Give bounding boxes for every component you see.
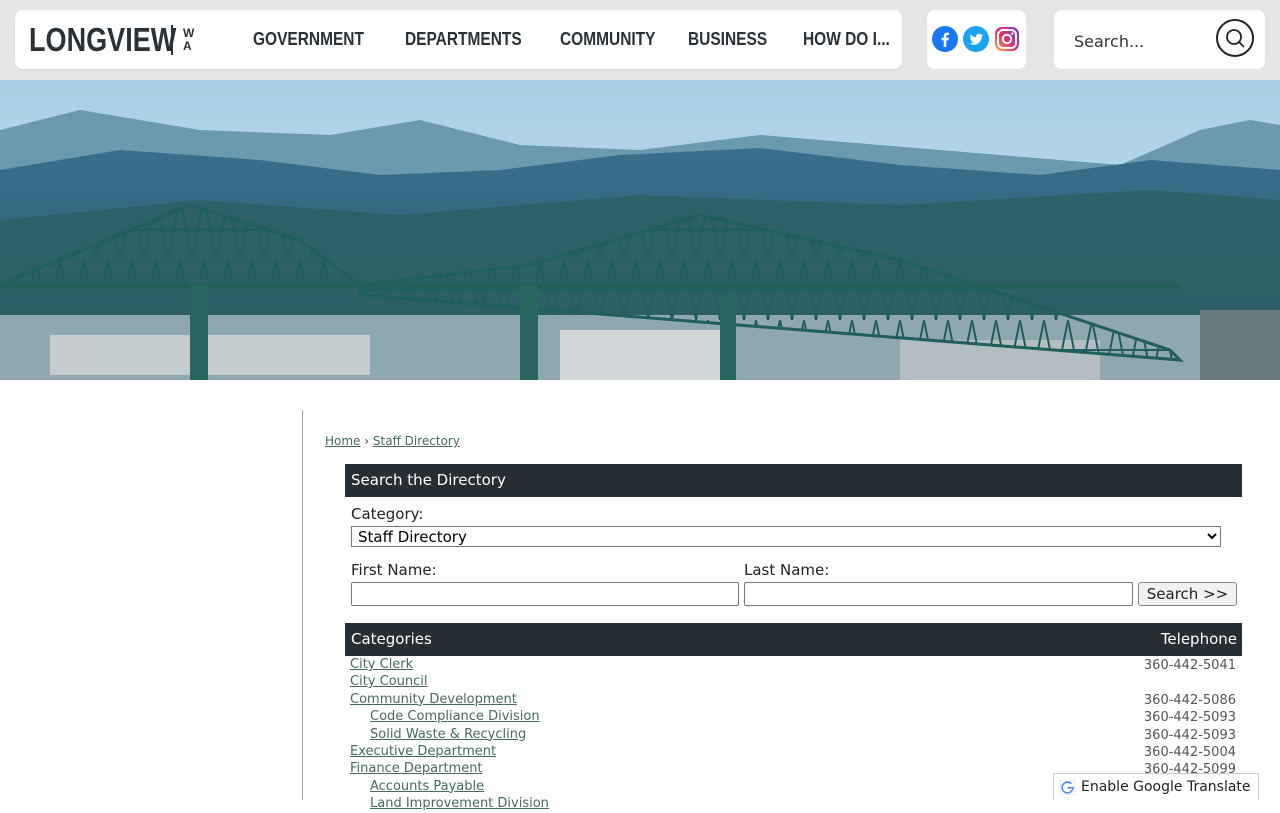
nav-government[interactable]: GOVERNMENT [253, 10, 382, 69]
search-directory-header: Search the Directory [345, 464, 1242, 497]
first-name-field[interactable] [351, 582, 739, 606]
twitter-icon[interactable] [963, 26, 989, 52]
directory-search-button[interactable]: Search >> [1138, 582, 1237, 606]
site-header: LONGVIEW W A GOVERNMENT DEPARTMENTS COMM… [0, 0, 1280, 80]
category-phone: 360-442-5041 [1143, 658, 1236, 673]
table-row: Solid Waste & Recycling 360-442-5093 [345, 727, 1242, 744]
facebook-icon[interactable] [932, 26, 958, 52]
breadcrumb-staff-directory[interactable]: Staff Directory [373, 434, 460, 448]
logo-state-letter-w: W [183, 25, 195, 40]
content-divider [302, 410, 303, 800]
hero-bridge-image [0, 80, 1280, 380]
nav-how-do-i[interactable]: HOW DO I... [803, 10, 904, 69]
category-link[interactable]: City Clerk [350, 657, 413, 672]
search-button[interactable] [1216, 19, 1254, 57]
search-directory-title: Search the Directory [351, 471, 506, 489]
categories-header: Categories Telephone [345, 623, 1242, 656]
logo-state: W A [183, 25, 195, 53]
nav-community-label: COMMUNITY [560, 29, 656, 49]
category-link[interactable]: Land Improvement Division [370, 796, 549, 811]
table-row: City Council [345, 674, 1242, 691]
table-row: City Clerk 360-442-5041 [345, 657, 1242, 674]
category-phone: 360-442-5093 [1143, 710, 1236, 726]
instagram-icon[interactable] [994, 26, 1020, 52]
search-icon [1226, 29, 1245, 48]
category-phone: 360-442-5004 [1143, 745, 1236, 760]
category-link[interactable]: Solid Waste & Recycling [370, 727, 526, 742]
category-link[interactable]: Executive Department [350, 744, 496, 759]
breadcrumb-home[interactable]: Home [325, 434, 360, 448]
nav-government-label: GOVERNMENT [253, 29, 364, 49]
category-link[interactable]: Accounts Payable [370, 779, 484, 794]
categories-column-header: Categories [351, 630, 432, 648]
nav-community[interactable]: COMMUNITY [560, 10, 671, 69]
category-link[interactable]: Community Development [350, 692, 517, 707]
logo-wordmark: LONGVIEW [29, 20, 177, 58]
telephone-column-header: Telephone [1160, 630, 1237, 648]
table-row: Community Development 360-442-5086 [345, 692, 1242, 709]
google-translate-button[interactable]: Enable Google Translate [1053, 773, 1259, 800]
nav-business[interactable]: BUSINESS [688, 10, 780, 69]
breadcrumb: Home › Staff Directory [325, 434, 460, 448]
category-link[interactable]: Finance Department [350, 761, 483, 776]
category-phone: 360-442-5093 [1143, 727, 1236, 743]
nav-departments-label: DEPARTMENTS [405, 29, 522, 49]
search-input[interactable] [1072, 26, 1206, 56]
table-row: Code Compliance Division 360-442-5093 [345, 709, 1242, 726]
social-links [927, 10, 1026, 69]
table-row: Executive Department 360-442-5004 [345, 744, 1242, 761]
last-name-field[interactable] [744, 582, 1133, 606]
category-phone: 360-442-5086 [1143, 692, 1236, 708]
nav-departments[interactable]: DEPARTMENTS [405, 10, 541, 69]
last-name-label: Last Name: [744, 561, 830, 579]
google-translate-icon [1060, 779, 1075, 795]
category-label: Category: [351, 505, 424, 523]
category-select[interactable]: Staff Directory [351, 526, 1221, 547]
logo-state-letter-a: A [183, 38, 192, 53]
longview-logo[interactable]: LONGVIEW W A [29, 10, 194, 69]
google-translate-label: Enable Google Translate [1081, 779, 1251, 795]
breadcrumb-separator: › [364, 434, 370, 448]
category-link[interactable]: City Council [350, 674, 428, 689]
nav-business-label: BUSINESS [688, 29, 768, 49]
category-link[interactable]: Code Compliance Division [370, 709, 540, 724]
site-search [1054, 10, 1265, 69]
first-name-label: First Name: [351, 561, 437, 579]
main-nav-bar: LONGVIEW W A GOVERNMENT DEPARTMENTS COMM… [15, 10, 902, 69]
nav-how-do-i-label: HOW DO I... [803, 29, 890, 49]
